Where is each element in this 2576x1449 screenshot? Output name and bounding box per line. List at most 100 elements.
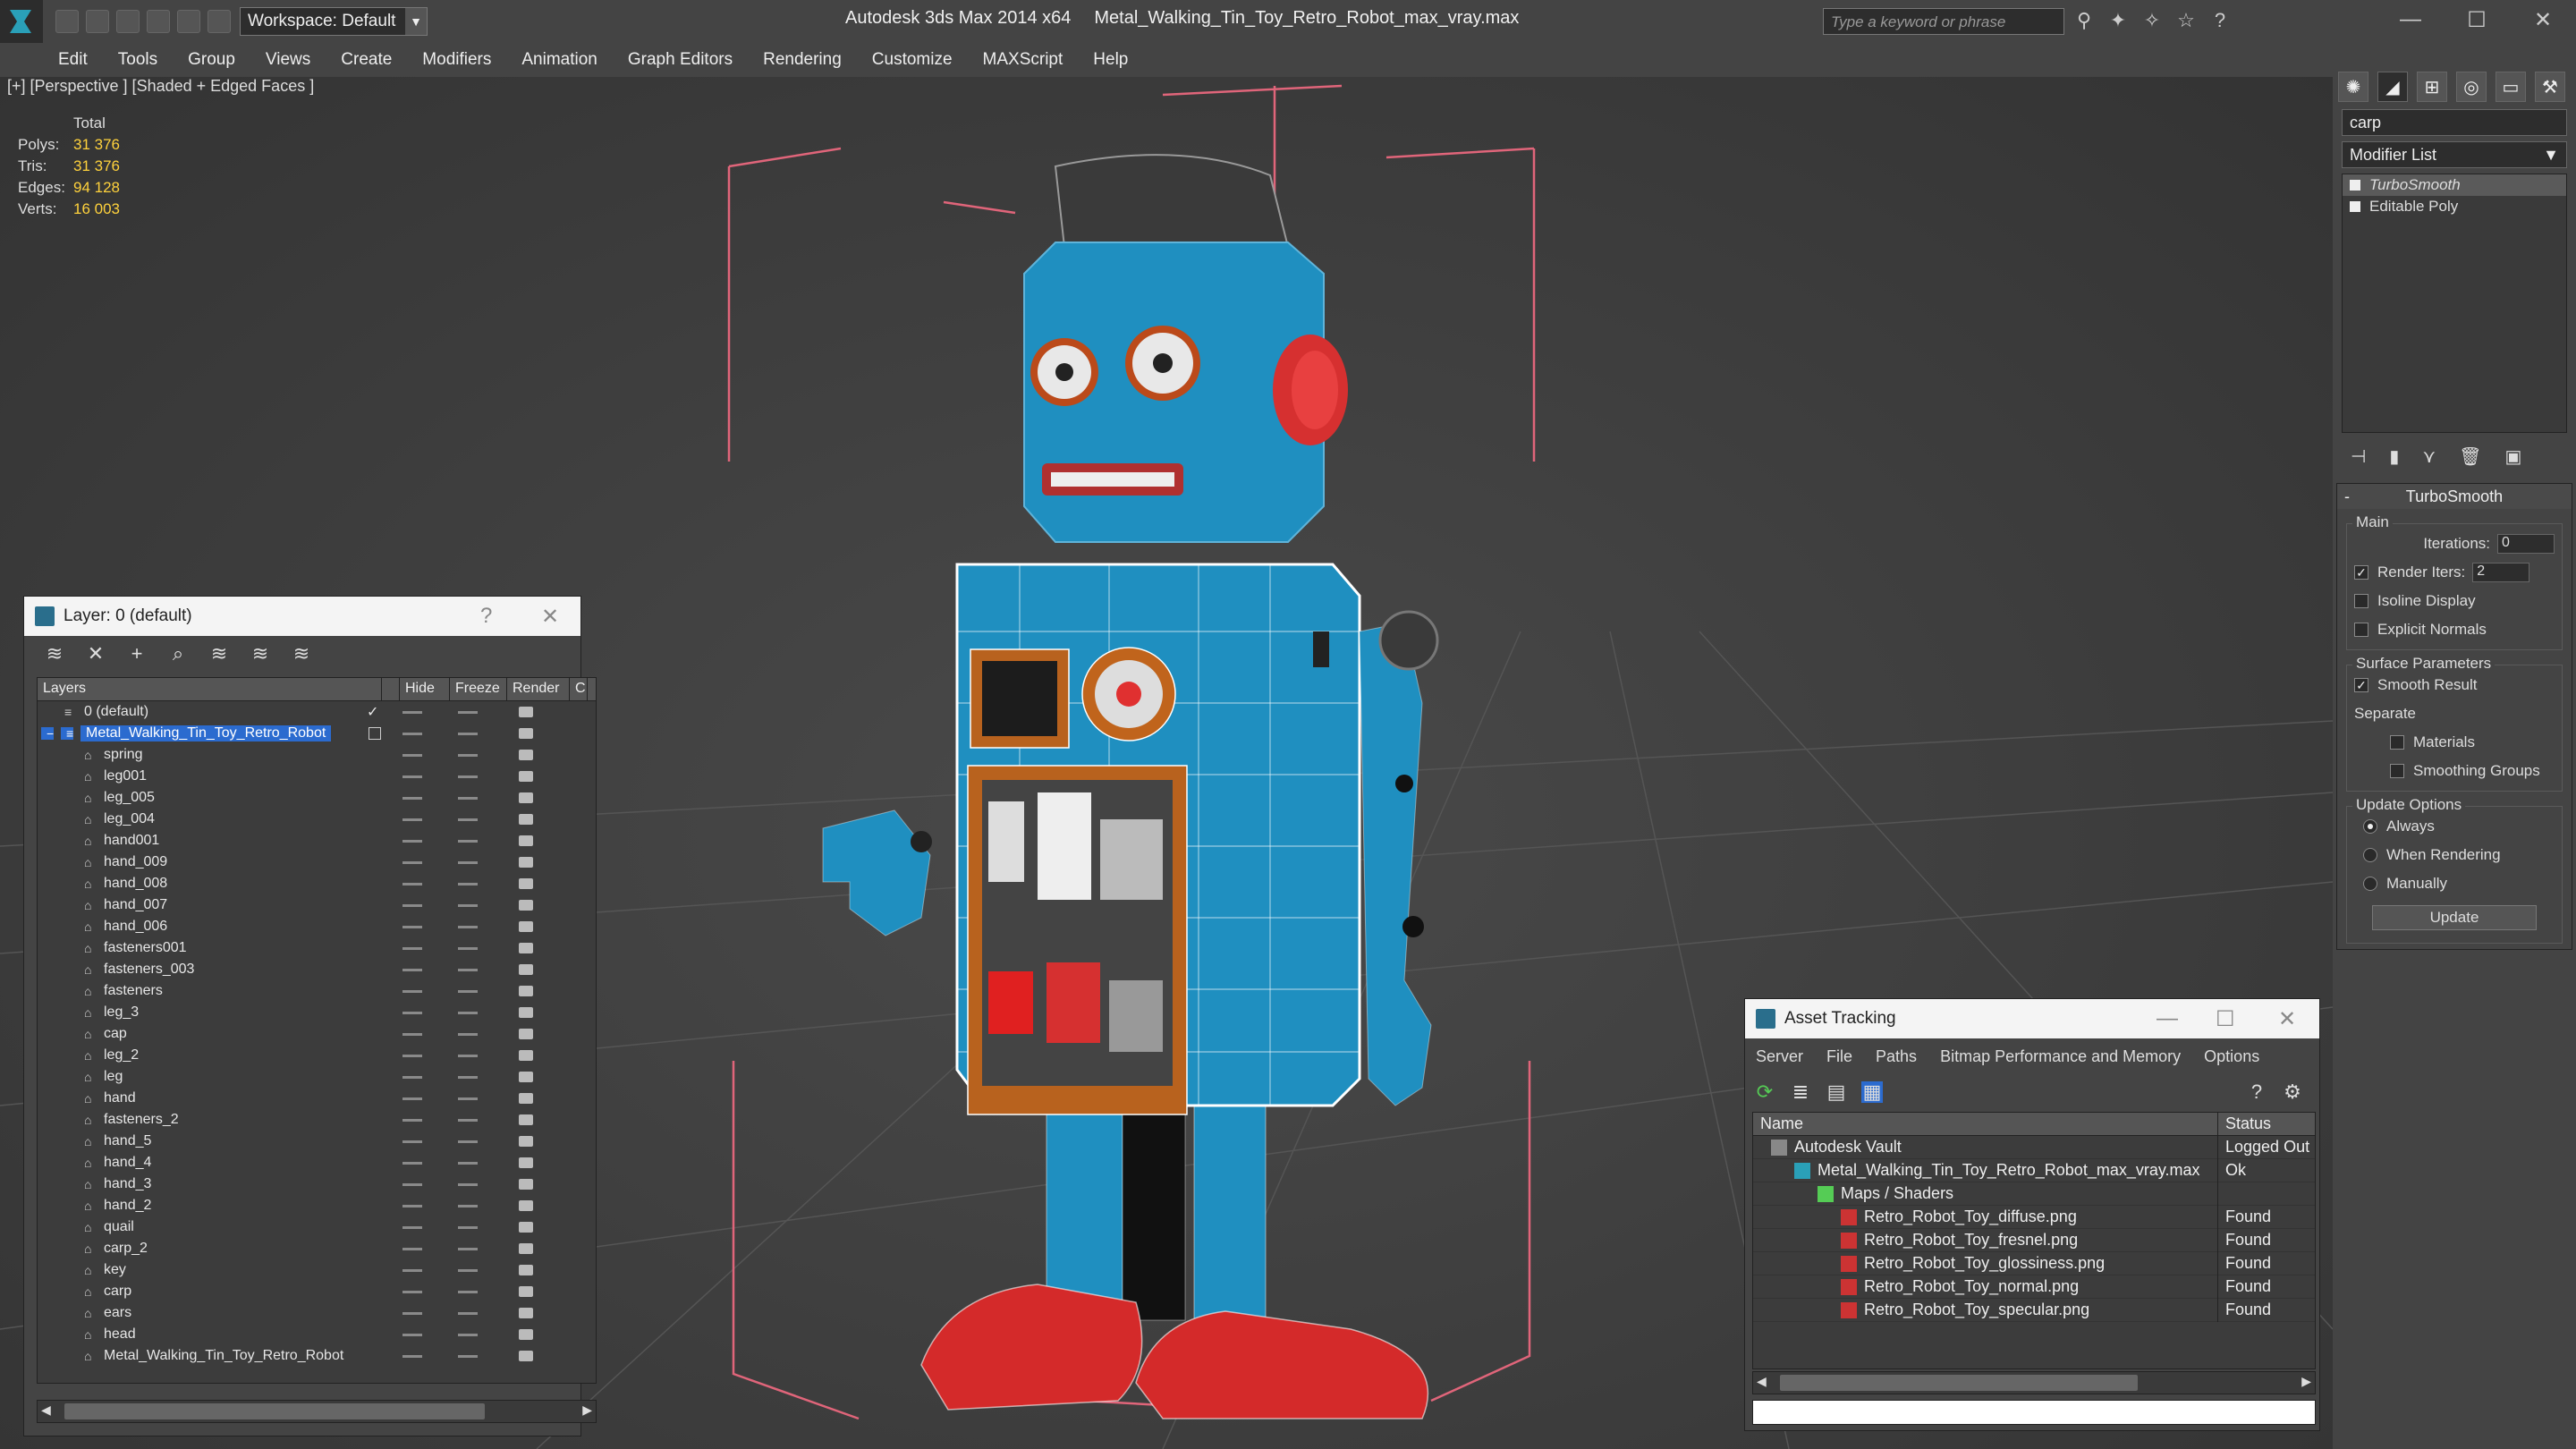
create-tab-icon[interactable]: ✺	[2338, 72, 2368, 102]
hierarchy-tab-icon[interactable]: ⊞	[2417, 72, 2447, 102]
render-teapot-icon[interactable]	[519, 1243, 533, 1254]
render-teapot-icon[interactable]	[519, 1329, 533, 1340]
hide-toggle[interactable]	[402, 839, 422, 843]
show-end-result-icon[interactable]: ▮	[2389, 445, 2399, 467]
freeze-toggle[interactable]	[458, 1118, 478, 1122]
layer-object-row[interactable]: ⌂ hand_2	[38, 1195, 596, 1216]
freeze-toggle[interactable]	[458, 925, 478, 928]
delete-layer-icon[interactable]: ✕	[85, 643, 106, 665]
highlight-layer-icon[interactable]: ≋	[208, 643, 230, 665]
maximize-icon[interactable]: ☐	[2216, 1006, 2235, 1032]
asset-row[interactable]: Maps / Shaders	[1753, 1182, 2315, 1206]
render-teapot-icon[interactable]	[519, 792, 533, 803]
open-file-icon[interactable]	[86, 10, 109, 33]
render-teapot-icon[interactable]	[519, 900, 533, 911]
layer-object-row[interactable]: ⌂ Metal_Walking_Tin_Toy_Retro_Robot	[38, 1345, 596, 1367]
smooth-result-checkbox[interactable]: ✓	[2354, 678, 2368, 692]
isoline-checkbox[interactable]	[2354, 594, 2368, 608]
scroll-left-icon[interactable]: ◀	[1757, 1374, 1767, 1389]
layer-panel-title-bar[interactable]: Layer: 0 (default) ? ✕	[24, 597, 580, 636]
layer-object-row[interactable]: ⌂ hand_3	[38, 1174, 596, 1195]
pin-stack-icon[interactable]: ⊣	[2351, 445, 2366, 467]
grid-view-icon[interactable]: ▦	[1861, 1081, 1883, 1103]
freeze-toggle[interactable]	[458, 1161, 478, 1165]
always-radio[interactable]	[2363, 819, 2377, 834]
asset-panel-title-bar[interactable]: Asset Tracking — ☐ ✕	[1745, 999, 2319, 1038]
render-teapot-icon[interactable]	[519, 750, 533, 760]
render-teapot-icon[interactable]	[519, 728, 533, 739]
add-to-layer-icon[interactable]: +	[126, 643, 148, 665]
layer-object-row[interactable]: ⌂ hand_4	[38, 1152, 596, 1174]
freeze-toggle[interactable]	[458, 1247, 478, 1250]
scrollbar-thumb[interactable]	[64, 1403, 485, 1419]
layer-object-row[interactable]: ⌂ leg_3	[38, 1002, 596, 1023]
render-teapot-icon[interactable]	[519, 1114, 533, 1125]
layer-object-row[interactable]: ⌂ fasteners_2	[38, 1109, 596, 1131]
modify-tab-icon[interactable]: ◢	[2377, 72, 2408, 102]
freeze-toggle[interactable]	[458, 1268, 478, 1272]
col-freeze[interactable]: Freeze	[450, 678, 507, 700]
render-teapot-icon[interactable]	[519, 1308, 533, 1318]
asset-row[interactable]: Retro_Robot_Toy_normal.png Found	[1753, 1275, 2315, 1299]
hide-toggle[interactable]	[402, 989, 422, 993]
utilities-tab-icon[interactable]: ⚒	[2535, 72, 2565, 102]
hide-toggle[interactable]	[402, 925, 422, 928]
freeze-toggle[interactable]	[458, 732, 478, 735]
hide-toggle[interactable]	[402, 1311, 422, 1315]
table-view-icon[interactable]: ▤	[1826, 1081, 1847, 1103]
freeze-toggle[interactable]	[458, 1011, 478, 1014]
layer-object-row[interactable]: ⌂ hand_007	[38, 894, 596, 916]
layer-object-row[interactable]: ⌂ head	[38, 1324, 596, 1345]
freeze-toggle[interactable]	[458, 968, 478, 971]
col-status[interactable]: Status	[2218, 1113, 2278, 1135]
close-icon[interactable]: ✕	[2278, 1006, 2296, 1032]
render-teapot-icon[interactable]	[519, 1072, 533, 1082]
hide-toggle[interactable]	[402, 818, 422, 821]
layer-object-row[interactable]: ⌂ hand_009	[38, 852, 596, 873]
hide-toggle[interactable]	[402, 946, 422, 950]
freeze-toggle[interactable]	[458, 1075, 478, 1079]
layer-object-row[interactable]: ⌂ spring	[38, 744, 596, 766]
hide-toggle[interactable]	[402, 753, 422, 757]
freeze-toggle[interactable]	[458, 1097, 478, 1100]
undo-icon[interactable]	[147, 10, 170, 33]
close-icon[interactable]: ✕	[541, 604, 559, 630]
menu-maxscript[interactable]: MAXScript	[968, 50, 1079, 70]
hide-toggle[interactable]	[402, 775, 422, 778]
scroll-right-icon[interactable]: ▶	[2301, 1374, 2311, 1389]
render-teapot-icon[interactable]	[519, 835, 533, 846]
stack-item-turbosmooth[interactable]: TurboSmooth	[2343, 174, 2566, 196]
refresh-icon[interactable]: ⟳	[1754, 1081, 1775, 1103]
hide-toggle[interactable]	[402, 796, 422, 800]
when-rendering-radio[interactable]	[2363, 848, 2377, 862]
search-input[interactable]: Type a keyword or phrase	[1823, 8, 2064, 35]
asset-horizontal-scrollbar[interactable]: ◀ ▶	[1752, 1371, 2316, 1394]
freeze-toggle[interactable]	[458, 989, 478, 993]
layer-object-row[interactable]: ⌂ leg_004	[38, 809, 596, 830]
render-teapot-icon[interactable]	[519, 1265, 533, 1275]
freeze-toggle[interactable]	[458, 796, 478, 800]
layer-object-row[interactable]: ⌂ leg	[38, 1066, 596, 1088]
freeze-all-icon[interactable]: ≋	[291, 643, 312, 665]
render-teapot-icon[interactable]	[519, 857, 533, 868]
menu-graph-editors[interactable]: Graph Editors	[613, 50, 748, 70]
menu-group[interactable]: Group	[173, 50, 250, 70]
asset-row[interactable]: Retro_Robot_Toy_glossiness.png Found	[1753, 1251, 2315, 1275]
display-tab-icon[interactable]: ▭	[2496, 72, 2526, 102]
menu-edit[interactable]: Edit	[43, 50, 103, 70]
asset-menu-paths[interactable]: Paths	[1876, 1047, 1917, 1066]
help-icon[interactable]: ?	[480, 604, 492, 629]
layer-object-row[interactable]: ⌂ hand_5	[38, 1131, 596, 1152]
smoothing-groups-checkbox[interactable]	[2390, 764, 2404, 778]
configure-sets-icon[interactable]: ▣	[2504, 445, 2521, 467]
redo-icon[interactable]	[177, 10, 200, 33]
hide-toggle[interactable]	[402, 1140, 422, 1143]
freeze-toggle[interactable]	[458, 710, 478, 714]
hide-toggle[interactable]	[402, 1247, 422, 1250]
menu-views[interactable]: Views	[250, 50, 326, 70]
rollout-header[interactable]: - TurboSmooth	[2337, 484, 2572, 509]
hide-toggle[interactable]	[402, 710, 422, 714]
save-file-icon[interactable]	[116, 10, 140, 33]
expand-icon[interactable]	[2350, 201, 2360, 212]
col-layers[interactable]: Layers	[38, 678, 382, 700]
